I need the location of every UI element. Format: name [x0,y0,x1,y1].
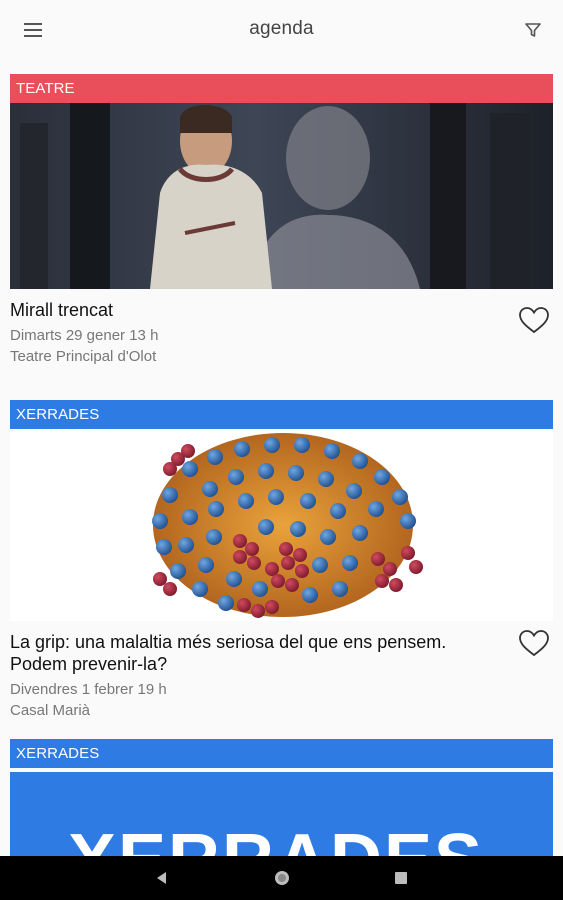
event-date: Dimarts 29 gener 13 h [10,327,159,344]
event-card[interactable]: XERRADES La grip: una malaltia més serio… [10,400,553,719]
virus-illustration [152,433,423,618]
event-title[interactable]: La grip: una malaltia més seriosa del qu… [10,631,553,675]
page-title: agenda [249,18,314,39]
event-image[interactable] [10,429,553,621]
heart-outline-icon[interactable] [517,628,551,658]
event-card[interactable]: TEATRE Mirall trencat Dimarts 29 gener 1… [10,74,553,365]
home-circle-icon[interactable] [270,866,294,890]
heart-outline-icon[interactable] [517,305,551,335]
system-navigation-bar [0,856,563,900]
event-card[interactable]: XERRADES XERRADES [10,739,553,862]
event-image[interactable]: XERRADES [10,772,553,862]
event-image[interactable] [10,103,553,289]
recents-square-icon[interactable] [389,866,413,890]
agenda-screen: agenda TEATRE Mirall trencat Dimarts 29 … [0,0,563,900]
event-date: Divendres 1 febrer 19 h [10,681,167,698]
event-place: Casal Marià [10,702,91,719]
category-label: XERRADES [10,400,553,429]
theatre-photo [10,103,553,289]
back-triangle-icon[interactable] [150,866,174,890]
category-label: TEATRE [10,74,553,103]
top-app-bar: agenda [0,0,563,62]
event-title[interactable]: Mirall trencat [10,299,553,321]
filter-icon[interactable] [523,20,543,40]
event-place: Teatre Principal d'Olot [10,348,157,365]
category-label: XERRADES [10,739,553,768]
